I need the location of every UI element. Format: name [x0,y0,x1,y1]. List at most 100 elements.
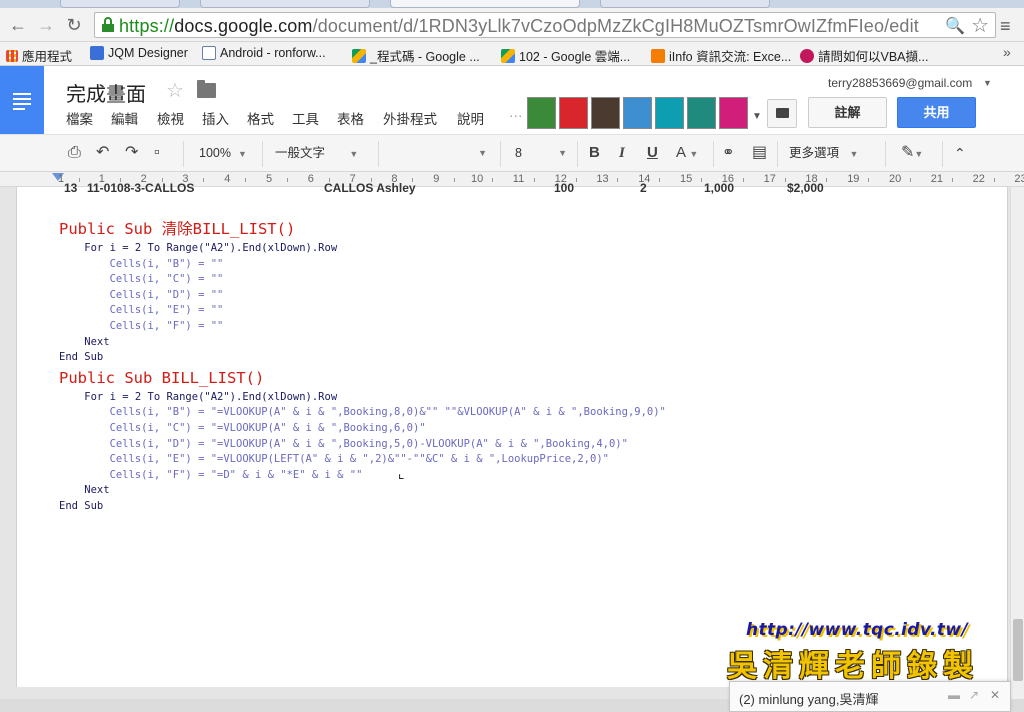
chrome-menu-icon[interactable]: ≡ [1000,16,1011,37]
underline-icon[interactable]: U [647,143,658,163]
link-icon[interactable]: ⚭ [722,143,735,163]
menu-addons[interactable]: 外掛程式 [383,108,437,128]
minimize-icon[interactable]: ▬ [948,688,960,702]
table-cell: 100 [554,181,575,195]
bookmark-star-icon[interactable]: ☆ [971,13,989,38]
share-button[interactable]: 共用 [897,97,976,128]
comment-icon[interactable]: ▤ [752,143,767,163]
redo-icon[interactable]: ↷ [125,143,138,163]
bookmark-item[interactable]: iInfo 資訊交流: Exce... [651,46,791,65]
close-icon[interactable]: ✕ [990,688,1000,702]
bookmark-item[interactable]: JQM Designer [90,46,188,60]
code-line: For i = 2 To Range("A2").End(xlDown).Row [59,242,338,254]
browser-tab-strip [0,0,1024,8]
docs-home-icon[interactable] [0,66,44,134]
zoom-select[interactable]: 100% ▼ [199,143,247,164]
apps-grid-icon [6,49,18,62]
text-cursor-icon: ⌞ [398,465,405,481]
bookmark-item[interactable]: 102 - Google 雲端... [501,46,630,65]
bold-icon[interactable]: B [589,143,600,163]
collaborator-avatar[interactable] [623,97,652,129]
collaborator-avatar[interactable] [687,97,716,129]
text-color-icon[interactable]: A ▼ [676,143,698,164]
menu-view[interactable]: 檢視 [157,108,184,128]
bookmark-item[interactable]: _程式碼 - Google ... [352,46,480,65]
table-cell: 1,000 [704,181,735,195]
bookmarks-bar: 應用程式 JQM Designer Android - ronforw... _… [0,42,1024,66]
more-collaborators-caret-icon[interactable]: ▼ [752,111,762,122]
menu-insert[interactable]: 插入 [202,108,229,128]
account-caret-icon[interactable]: ▼ [983,78,992,88]
editing-mode-pencil-icon[interactable]: ✎▼ [901,143,923,164]
forward-button[interactable]: → [34,13,58,37]
code-line: Next [59,484,110,497]
watermark-name: 吳清輝老師錄製 [727,649,979,684]
menu-edit[interactable]: 編輯 [111,108,138,128]
table-cell: 2 [640,181,647,195]
watermark-url: http://www.tqc.idv.tw/ [746,620,969,640]
jqm-icon [90,46,104,60]
menu-file[interactable]: 檔案 [66,108,93,128]
browser-tab[interactable] [60,0,180,8]
table-cell: 13 [64,181,78,195]
code-line: Cells(i, "F") = "" [59,320,224,332]
style-select[interactable]: 一般文字 ▼ [275,143,358,164]
bookmark-item[interactable]: Android - ronforw... [202,46,326,60]
browser-tab[interactable] [600,0,770,8]
code-line: Cells(i, "C") = "=VLOOKUP(A" & i & ",Boo… [59,422,426,434]
popout-icon[interactable]: ↗ [969,688,979,702]
table-row: 13 11-0108-3-CALLOS CALLOS Ashley 100 2 … [57,181,927,195]
menu-tools[interactable]: 工具 [292,108,319,128]
bookmarks-overflow-icon[interactable]: » [1003,44,1011,60]
code-line: For i = 2 To Range("A2").End(xlDown).Row [59,390,338,403]
code-line: Next [59,335,110,348]
vertical-scrollbar[interactable] [1010,187,1024,699]
chat-icon[interactable] [767,99,797,128]
more-menus-icon[interactable]: ··· [509,108,523,123]
bookmark-item[interactable]: 請問如何以VBA擷... [800,46,928,65]
collaborator-avatar[interactable] [655,97,684,129]
collaborator-avatar[interactable] [719,97,748,129]
browser-tab-active[interactable] [390,0,580,8]
code-line: Cells(i, "B") = "" [59,257,224,270]
blogger-icon [651,48,665,63]
comments-button[interactable]: 註解 [808,97,887,128]
forum-icon [800,48,814,63]
account-email[interactable]: terry28853669@gmail.com [828,76,972,90]
more-options-button[interactable]: 更多選項 ▼ [789,143,858,164]
code-line: End Sub [59,351,104,364]
code-line: Cells(i, "D") = "" [59,288,224,301]
zoom-icon[interactable]: 🔍 [945,16,965,36]
menu-table[interactable]: 表格 [337,108,364,128]
menu-format[interactable]: 格式 [247,108,274,128]
star-icon[interactable]: ☆ [166,78,184,103]
bookmark-apps[interactable]: 應用程式 [6,46,72,65]
chat-participants[interactable]: (2) minlung yang,吳清輝 [739,689,878,708]
reload-button[interactable]: ↻ [62,13,86,37]
code-line: End Sub [59,500,104,512]
paint-format-icon[interactable]: ▫ [154,143,160,163]
code-line: Cells(i, "E") = "" [59,304,224,317]
italic-icon[interactable]: I [619,143,625,163]
document-page[interactable]: 13 11-0108-3-CALLOS CALLOS Ashley 100 2 … [16,181,1008,687]
collaborator-avatar[interactable] [527,97,556,129]
browser-tab[interactable] [200,0,370,8]
collapse-toolbar-icon[interactable]: ⌃ [954,143,966,163]
menu-help[interactable]: 說明 [457,108,484,128]
print-icon[interactable]: ⎙ [68,143,81,163]
undo-icon[interactable]: ↶ [96,143,109,163]
collaborator-avatar[interactable] [559,97,588,129]
collaborator-avatar[interactable] [591,97,620,129]
drive-icon [352,48,366,63]
document-title[interactable]: 完成畫面 [66,78,146,107]
chat-window[interactable]: (2) minlung yang,吳清輝 ▬ ↗ ✕ [729,681,1011,712]
table-cell: $2,000 [787,181,824,195]
folder-icon[interactable] [197,80,216,98]
scrollbar-thumb[interactable] [1013,619,1023,681]
back-button[interactable]: ← [6,13,30,37]
ruler-number: 23 [1014,173,1024,185]
code-line: Cells(i, "D") = "=VLOOKUP(A" & i & ",Boo… [59,437,628,450]
code-line: Cells(i, "B") = "=VLOOKUP(A" & i & ",Boo… [59,406,666,419]
address-bar[interactable]: https://docs.google.com/document/d/1RDN3… [94,12,996,38]
font-size-select[interactable]: 8 ▼ [515,143,567,163]
